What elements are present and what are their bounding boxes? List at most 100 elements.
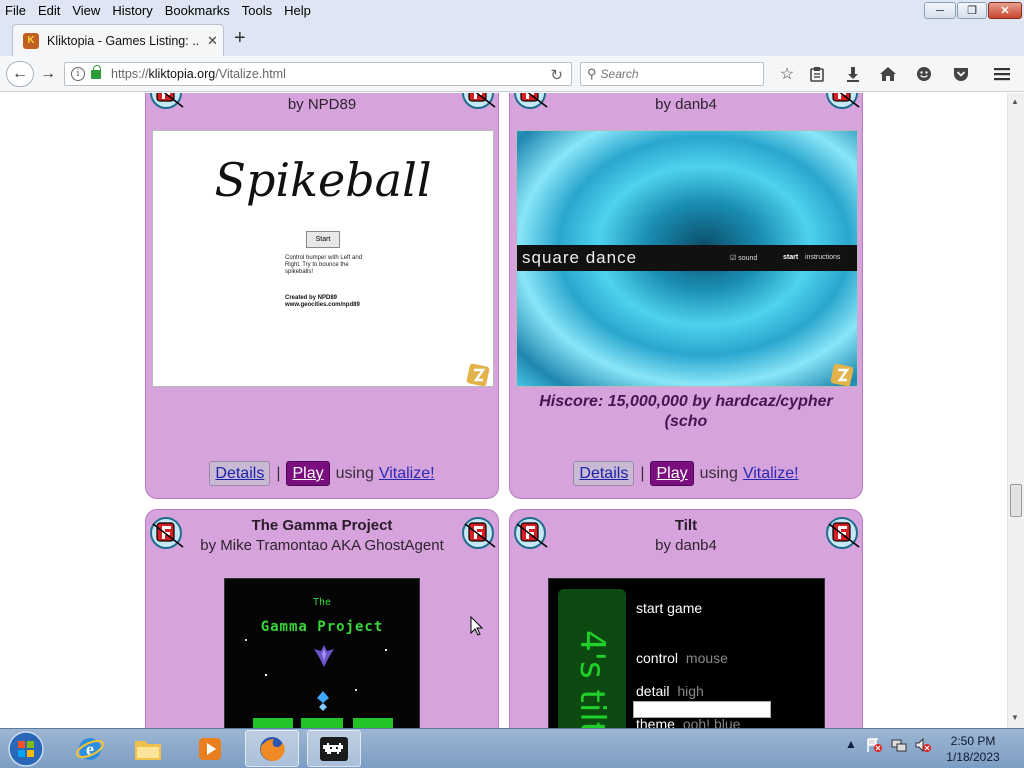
game-screenshot[interactable]: The Gamma Project [224, 578, 420, 728]
internet-explorer-icon: e [76, 737, 104, 760]
using-label: using [335, 464, 374, 482]
taskbar-media-player[interactable] [183, 730, 237, 767]
search-box[interactable]: ⚲ [580, 62, 764, 86]
minimize-button[interactable]: ─ [924, 2, 956, 19]
star-icon: ☆ [779, 66, 795, 83]
navigation-toolbar: ← → i https://kliktopia.org/Vitalize.htm… [0, 56, 1024, 92]
title-strip: square dance ☑ sound start instructions [517, 245, 857, 271]
address-bar[interactable]: i https://kliktopia.org/Vitalize.html ↻ [64, 62, 572, 86]
downloads-button[interactable] [842, 64, 864, 84]
open-menu-button[interactable] [991, 64, 1013, 84]
home-icon [880, 67, 896, 81]
game-author: by NPD89 [287, 96, 357, 113]
tab-close-icon[interactable]: ✕ [207, 33, 218, 49]
bookmark-star-button[interactable]: ☆ [776, 64, 798, 84]
vertical-scrollbar[interactable]: ▲ ▼ [1007, 93, 1024, 728]
scroll-up-icon[interactable]: ▲ [1011, 97, 1019, 106]
game-screenshot[interactable]: square dance ☑ sound start instructions [516, 130, 858, 387]
tab-kliktopia[interactable]: K Kliktopia - Games Listing: ... ✕ [12, 24, 224, 56]
star-dot [355, 689, 357, 691]
chat-face-icon [917, 67, 931, 81]
option-start: start [783, 254, 799, 261]
play-button[interactable]: Play [286, 461, 330, 486]
firefox-icon [260, 736, 285, 761]
hiscore-text: Hiscore: 15,000,000 by hardcaz/cypher (s… [539, 393, 833, 430]
tab-title: Kliktopia - Games Listing: ... [47, 33, 199, 48]
menu-help[interactable]: Help [278, 3, 317, 18]
game-author: by danb4 [655, 96, 717, 113]
tilt-control-label: control [636, 650, 679, 666]
option-sound: sound [738, 255, 758, 262]
action-center-flag-icon[interactable] [865, 737, 883, 753]
show-hidden-icons[interactable]: ▲ [845, 737, 857, 751]
home-button[interactable] [877, 64, 899, 84]
menu-tools[interactable]: Tools [236, 3, 278, 18]
network-icon[interactable] [890, 737, 908, 753]
game-actions: Details | Play using Vitalize! [146, 461, 498, 486]
taskbar-ie[interactable]: e [63, 730, 117, 767]
scrollbar-thumb[interactable] [1010, 484, 1022, 517]
menu-file[interactable]: File [0, 3, 32, 18]
vitalize-link[interactable]: Vitalize! [379, 465, 435, 483]
vitalize-link[interactable]: Vitalize! [743, 465, 799, 483]
reading-list-button[interactable] [806, 64, 828, 84]
vitalize-badge-icon [830, 363, 854, 386]
close-window-button[interactable]: ✕ [988, 2, 1022, 19]
scroll-down-icon[interactable]: ▼ [1011, 713, 1019, 722]
tilt-theme-value: ooh! blue [682, 716, 741, 728]
option-instructions: instructions [805, 254, 841, 261]
separator: | [640, 464, 645, 482]
url-host: kliktopia.org [148, 67, 216, 81]
game-card-tilt: Tilt by danb4 4's tilt start game contro… [509, 509, 863, 728]
new-tab-icon[interactable]: + [234, 28, 246, 48]
reload-icon[interactable]: ↻ [550, 66, 563, 84]
details-button[interactable]: Details [209, 461, 271, 486]
space-invader-icon [320, 736, 348, 761]
game-screenshot[interactable]: Spikeball Start Control bumper with Left… [152, 130, 494, 387]
game-card-square-dance: by danb4 square dance ☑ sound start inst… [509, 93, 863, 499]
restore-button[interactable]: ❐ [957, 2, 987, 19]
search-icon: ⚲ [587, 66, 597, 81]
page-viewport: by NPD89 Spikeball Start Control bumper … [0, 93, 1007, 728]
tilt-detail-value: high [677, 683, 704, 699]
menu-bookmarks[interactable]: Bookmarks [159, 3, 236, 18]
pocket-button[interactable] [950, 64, 972, 84]
play-button[interactable]: Play [650, 461, 694, 486]
taskbar-firefox[interactable] [245, 730, 299, 767]
using-label: using [699, 464, 738, 482]
system-clock[interactable]: 2:50 PM 1/18/2023 [930, 733, 1016, 765]
info-icon[interactable]: i [71, 67, 85, 81]
menu-view[interactable]: View [66, 3, 106, 18]
spikeball-heading: Spikeball [214, 153, 432, 207]
hello-button[interactable] [913, 64, 935, 84]
checkbox-icon: ☑ [730, 255, 737, 262]
taskbar-explorer[interactable] [121, 730, 175, 767]
menu-edit[interactable]: Edit [32, 3, 66, 18]
taskbar-game-app[interactable] [307, 730, 361, 767]
mouse-cursor-icon [470, 616, 483, 636]
spikeball-website: www.geocities.com/npd89 [285, 302, 360, 308]
folder-icon [135, 740, 161, 760]
url-text[interactable]: https://kliktopia.org/Vitalize.html [111, 67, 286, 81]
game-actions: Details | Play using Vitalize! [510, 461, 862, 486]
spikeball-instructions: Control bumper with Left and Right. Try … [285, 255, 363, 275]
square-dance-heading: square dance [522, 248, 638, 267]
search-input[interactable] [600, 67, 751, 81]
game-screenshot[interactable]: 4's tilt start game control mouse detail… [548, 578, 825, 728]
game-title[interactable]: Tilt [510, 517, 862, 534]
details-button[interactable]: Details [573, 461, 635, 486]
back-button[interactable]: ← [6, 61, 34, 87]
tab-strip: K Kliktopia - Games Listing: ... ✕ + [0, 20, 1024, 56]
menu-history[interactable]: History [106, 3, 158, 18]
start-orb-icon[interactable] [2, 730, 50, 768]
forward-arrow-icon: → [40, 65, 56, 82]
shield-block [253, 718, 293, 728]
game-card-gamma-project: The Gamma Project by Mike Tramontao AKA … [145, 509, 499, 728]
forward-button[interactable]: → [36, 62, 60, 86]
back-arrow-icon: ← [12, 65, 28, 82]
game-title[interactable]: The Gamma Project [146, 517, 498, 534]
url-path: /Vitalize.html [215, 67, 286, 81]
clock-time: 2:50 PM [950, 734, 996, 748]
minimize-icon: ─ [936, 4, 944, 17]
menu-bar: File Edit View History Bookmarks Tools H… [0, 0, 1024, 20]
